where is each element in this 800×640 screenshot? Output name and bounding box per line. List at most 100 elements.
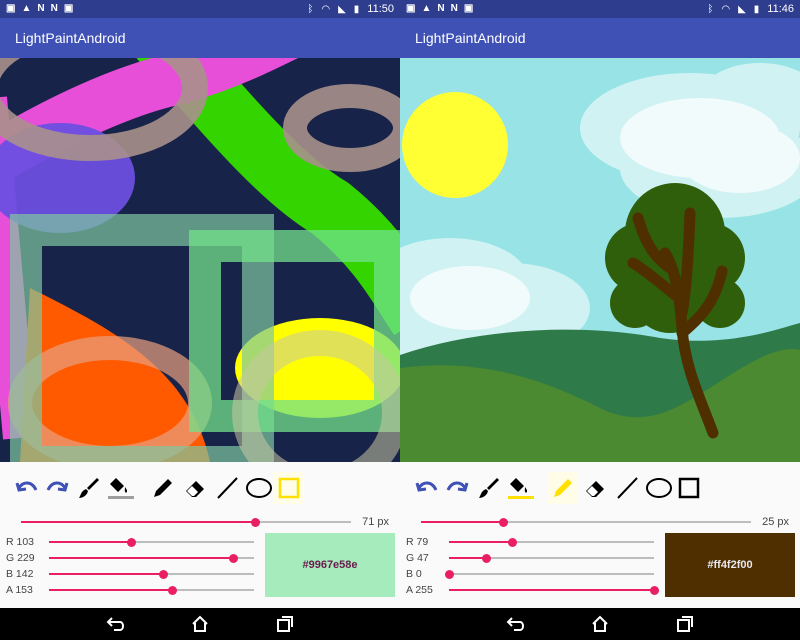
green-label: G 47 [406,552,429,564]
n-icon: N [437,3,445,14]
brush-size-slider[interactable] [421,517,751,527]
ellipse-tool[interactable] [644,472,674,504]
slider-thumb[interactable] [228,553,238,563]
slider-thumb[interactable] [499,517,508,527]
app-bar: LightPaintAndroid [400,18,800,58]
fill-tool[interactable] [506,472,536,504]
brush-size-slider[interactable] [21,517,351,527]
slider-thumb[interactable] [250,517,260,527]
n-icon: N [450,3,458,14]
eraser-icon [586,481,604,497]
notification-icons: ▣ ▲ N N ▣ [6,3,73,14]
n-icon: N [37,3,45,14]
brush-tool[interactable] [74,472,104,504]
back-icon [106,617,124,631]
recents-button[interactable] [275,615,295,633]
navigation-bar [400,608,800,640]
brush-size-label: 25 px [762,516,789,528]
rectangle-tool[interactable] [674,472,704,504]
redo-button[interactable] [442,472,472,504]
battery-icon: ▮ [753,3,760,15]
alpha-slider[interactable] [49,585,254,595]
home-button[interactable] [190,615,210,633]
signal-icon: ◣ [738,3,746,15]
ellipse-tool[interactable] [244,472,274,504]
red-slider[interactable] [449,537,654,547]
bluetooth-icon: ᛒ [707,3,714,15]
image-icon: ▣ [63,3,74,14]
slider-thumb[interactable] [158,569,168,579]
red-slider[interactable] [49,537,254,547]
status-time: 11:50 [367,3,394,15]
green-label: G 229 [6,552,35,564]
rectangle-tool[interactable] [274,472,304,504]
green-slider[interactable] [49,553,254,563]
color-hex-label: #9967e58e [302,559,358,571]
blue-slider[interactable] [444,569,654,579]
ellipse-icon [646,478,672,498]
rectangle-icon [278,477,300,499]
brush-tool[interactable] [474,472,504,504]
back-button[interactable] [506,615,526,633]
line-icon [617,477,638,499]
alpha-label: A 255 [406,584,433,596]
image-icon: ▣ [6,3,16,14]
undo-button[interactable] [412,472,442,504]
slider-thumb[interactable] [649,585,659,595]
warning-icon: ▲ [21,3,32,14]
line-tool[interactable] [612,472,642,504]
slider-fill [21,521,256,523]
wifi-icon: ◠ [721,3,731,15]
n-icon: N [50,3,58,14]
status-bar: ▣ ▲ N N ▣ ᛒ ◠ ◣ ▮ 11:50 [0,0,400,18]
slider-thumb[interactable] [482,553,492,563]
blue-slider[interactable] [49,569,254,579]
eraser-tool[interactable] [180,472,210,504]
paint-bucket-icon [508,478,534,499]
undo-button[interactable] [12,472,42,504]
brush-size-row: 25 px [400,512,800,532]
drawing-canvas[interactable] [0,58,400,462]
app-bar: LightPaintAndroid [0,18,400,58]
alpha-label: A 153 [6,584,33,596]
battery-icon: ▮ [353,3,360,15]
left-phone-screen: ▣ ▲ N N ▣ ᛒ ◠ ◣ ▮ 11:50 LightPaintAndroi… [0,0,400,608]
redo-button[interactable] [42,472,72,504]
fill-tool[interactable] [106,472,136,504]
image-icon: ▣ [406,3,416,14]
alpha-slider[interactable] [449,585,659,595]
color-hex-label: #ff4f2f00 [707,559,753,571]
home-button[interactable] [590,615,610,633]
slider-fill [49,589,172,591]
pencil-tool[interactable] [548,472,578,504]
pencil-tool[interactable] [148,472,178,504]
pencil-icon [154,479,172,497]
warning-icon: ▲ [421,3,432,14]
slider-thumb[interactable] [508,537,517,547]
brush-icon [479,478,499,498]
app-title: LightPaintAndroid [15,30,126,46]
drawing-canvas[interactable] [400,58,800,462]
notification-icons: ▣ ▲ N N ▣ [406,3,473,14]
slider-fill [449,541,513,543]
pencil-icon [554,479,572,497]
slider-fill [421,521,504,523]
slider-fill [49,573,164,575]
slider-thumb[interactable] [444,569,454,579]
line-tool[interactable] [212,472,242,504]
brush-size-label: 71 px [362,516,389,528]
recents-button[interactable] [675,615,695,633]
red-label: R 103 [6,536,35,548]
ellipse-icon [246,478,272,498]
right-phone-screen: ▣ ▲ N N ▣ ᛒ ◠ ◣ ▮ 11:46 LightPaintAndroi… [400,0,800,608]
slider-thumb[interactable] [167,585,177,595]
tool-bar [400,470,800,508]
back-button[interactable] [106,615,126,633]
image-icon: ▣ [463,3,474,14]
eraser-tool[interactable] [580,472,610,504]
green-slider[interactable] [449,553,654,563]
navigation-bar [0,608,400,640]
home-icon [592,615,608,632]
wifi-icon: ◠ [321,3,331,15]
slider-thumb[interactable] [127,537,137,547]
